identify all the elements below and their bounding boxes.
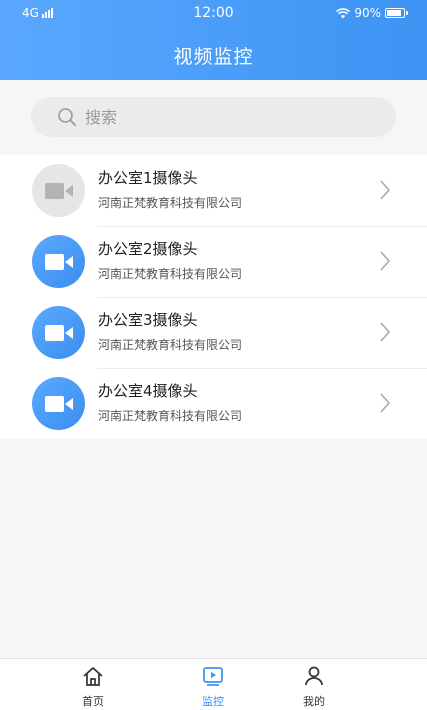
tab-mine[interactable]: 我的 xyxy=(284,665,344,709)
home-icon xyxy=(83,667,103,686)
camera-list-item[interactable]: 办公室2摄像头 河南正梵教育科技有限公司 xyxy=(0,226,427,297)
video-camera-icon xyxy=(44,324,73,341)
camera-avatar xyxy=(32,164,85,217)
camera-name: 办公室1摄像头 xyxy=(98,169,198,187)
camera-list-item[interactable]: 办公室1摄像头 河南正梵教育科技有限公司 xyxy=(0,155,427,226)
chevron-right-icon xyxy=(380,180,391,200)
camera-company: 河南正梵教育科技有限公司 xyxy=(98,409,243,423)
search-bar[interactable] xyxy=(31,97,396,137)
camera-avatar xyxy=(32,377,85,430)
video-camera-icon xyxy=(44,253,73,270)
status-bar: 4G 12:00 90% xyxy=(0,0,427,28)
camera-avatar xyxy=(32,306,85,359)
bottom-tab-bar: 首页 监控 我的 xyxy=(0,658,427,710)
camera-avatar xyxy=(32,235,85,288)
camera-name: 办公室4摄像头 xyxy=(98,382,198,400)
chevron-right-icon xyxy=(380,393,391,413)
wifi-icon xyxy=(336,7,351,18)
tab-monitor[interactable]: 监控 xyxy=(183,665,243,709)
battery-percent: 90% xyxy=(354,6,381,20)
app-header: 4G 12:00 90% 视频监控 xyxy=(0,0,427,80)
tab-home[interactable]: 首页 xyxy=(63,665,123,709)
camera-company: 河南正梵教育科技有限公司 xyxy=(98,196,243,210)
camera-name: 办公室2摄像头 xyxy=(98,240,198,258)
camera-list: 办公室1摄像头 河南正梵教育科技有限公司 办公室2摄像头 河南正梵教育科技有限公… xyxy=(0,155,427,439)
search-area xyxy=(0,80,427,155)
tab-monitor-label: 监控 xyxy=(202,695,224,708)
chevron-right-icon xyxy=(380,251,391,271)
video-camera-icon xyxy=(44,182,73,199)
search-icon xyxy=(58,108,76,126)
battery-icon xyxy=(385,8,408,18)
chevron-right-icon xyxy=(380,322,391,342)
tab-mine-label: 我的 xyxy=(303,695,325,708)
page-title: 视频监控 xyxy=(173,46,254,68)
camera-list-item[interactable]: 办公室4摄像头 河南正梵教育科技有限公司 xyxy=(0,368,427,439)
camera-company: 河南正梵教育科技有限公司 xyxy=(98,338,243,352)
tab-home-label: 首页 xyxy=(82,695,104,708)
camera-company: 河南正梵教育科技有限公司 xyxy=(98,267,243,281)
search-input[interactable] xyxy=(85,107,365,127)
user-icon xyxy=(305,666,323,686)
camera-list-item[interactable]: 办公室3摄像头 河南正梵教育科技有限公司 xyxy=(0,297,427,368)
camera-name: 办公室3摄像头 xyxy=(98,311,198,329)
video-camera-icon xyxy=(44,395,73,412)
video-icon xyxy=(203,667,223,686)
